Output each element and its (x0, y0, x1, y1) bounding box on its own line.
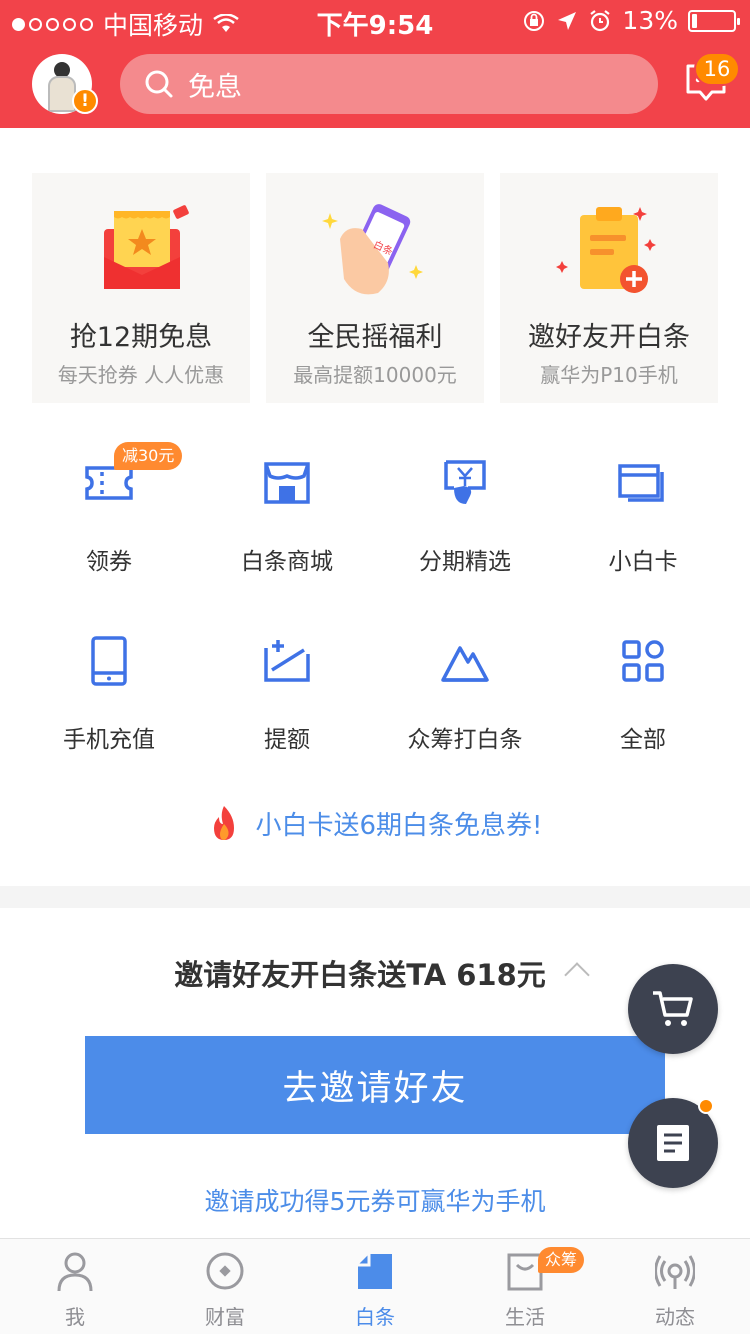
tab-label: 动态 (655, 1305, 695, 1329)
grid-item-card[interactable]: 小白卡 (554, 458, 732, 598)
promo-card-invite[interactable]: 邀好友开白条 赢华为P10手机 (500, 173, 718, 403)
grid-label: 白条商城 (241, 549, 333, 575)
message-count-badge: 16 (694, 52, 740, 86)
promo-subtitle: 最高提额10000元 (293, 363, 457, 387)
promo-banner[interactable]: 小白卡送6期白条免息券! (0, 804, 750, 842)
grid-item-coupon[interactable]: 领券 (20, 458, 198, 598)
promo-subtitle: 赢华为P10手机 (540, 363, 678, 387)
card-icon (618, 464, 664, 502)
app-screen: 中国移动 下午9:54 13% ! 免息 16 抢12期免息 每天抢券 人人优惠… (0, 0, 750, 1334)
promo-title: 邀好友开白条 (528, 322, 690, 353)
search-icon (145, 70, 173, 98)
promo-card-interest-free[interactable]: 抢12期免息 每天抢券 人人优惠 (32, 173, 250, 403)
shake-phone-icon: 白条 (322, 204, 423, 295)
invite-section: 邀请好友开白条送TA 618元 去邀请好友 邀请成功得5元券可赢华为手机 (0, 908, 750, 1238)
invite-note: 邀请成功得5元券可赢华为手机 (204, 1187, 546, 1216)
tab-label: 生活 (505, 1305, 545, 1329)
avatar-alert-badge: ! (72, 88, 98, 114)
cart-icon (653, 991, 693, 1026)
phone-icon (91, 636, 127, 686)
baitiao-icon (358, 1254, 392, 1289)
battery-icon (688, 9, 740, 32)
coupon-discount-tag: 减30元 (114, 442, 183, 470)
tab-baitiao[interactable]: 白条 (300, 1239, 450, 1334)
tab-news[interactable]: 动态 (600, 1239, 750, 1334)
grid-item-recharge[interactable]: 手机充值 (20, 636, 198, 776)
raise-limit-icon (264, 640, 310, 682)
promo-title: 抢12期免息 (69, 322, 213, 353)
clipboard-plus-icon (556, 207, 656, 293)
grid-label: 众筹打白条 (407, 727, 523, 753)
grid-item-store[interactable]: 白条商城 (198, 458, 376, 598)
rotation-lock-icon (524, 10, 545, 31)
broadcast-icon (655, 1255, 695, 1289)
banner-text: 小白卡送6期白条免息券! (255, 810, 543, 841)
fire-icon (213, 806, 234, 840)
red-envelope-icon (104, 205, 189, 289)
promo-subtitle: 每天抢券 人人优惠 (57, 363, 225, 387)
main-content: 抢12期免息 每天抢券 人人优惠 白条 全民摇福利 最高提额10000元 邀好友… (0, 128, 750, 886)
grid-label: 提额 (264, 727, 310, 753)
life-tab-badge: 众筹 (538, 1247, 585, 1273)
mountain-icon (441, 646, 489, 682)
invite-friends-button[interactable]: 去邀请好友 (85, 1036, 665, 1134)
location-icon (558, 11, 577, 30)
tab-label: 财富 (205, 1305, 245, 1329)
top-header: ! 免息 16 (0, 42, 750, 128)
grid-item-crowdfunding[interactable]: 众筹打白条 (376, 636, 554, 776)
battery-percent: 13% (622, 6, 678, 35)
grid-label: 手机充值 (63, 727, 155, 753)
grid-label: 分期精选 (419, 549, 511, 575)
notes-fab-badge (698, 1098, 714, 1114)
tab-wealth[interactable]: 财富 (150, 1239, 300, 1334)
wealth-icon (206, 1252, 244, 1290)
grid-label: 小白卡 (608, 549, 678, 575)
person-icon (57, 1252, 93, 1291)
grid-item-all[interactable]: 全部 (554, 636, 732, 776)
grid-item-raise-limit[interactable]: 提额 (198, 636, 376, 776)
installment-icon (444, 460, 486, 504)
tab-bar: 我 财富 白条 生活 动态 (0, 1238, 750, 1334)
invite-title: 邀请好友开白条送TA 618元 (174, 958, 546, 992)
document-icon (657, 1125, 689, 1161)
grid-label: 领券 (86, 549, 132, 575)
tab-label: 白条 (355, 1305, 395, 1329)
grid-item-installment[interactable]: 分期精选 (376, 458, 554, 598)
promo-title: 全民摇福利 (307, 322, 443, 353)
tab-me[interactable]: 我 (0, 1239, 150, 1334)
cart-fab[interactable] (628, 964, 718, 1054)
status-right: 13% (522, 6, 740, 35)
search-bar[interactable]: 免息 (120, 54, 658, 114)
grid-label: 全部 (620, 727, 666, 753)
store-icon (264, 462, 310, 504)
search-placeholder: 免息 (188, 71, 242, 103)
status-bar: 中国移动 下午9:54 13% (0, 0, 750, 42)
grid-all-icon (622, 640, 664, 682)
tab-label: 我 (65, 1305, 85, 1329)
promo-card-shake[interactable]: 白条 全民摇福利 最高提额10000元 (266, 173, 484, 403)
alarm-icon (590, 9, 611, 31)
